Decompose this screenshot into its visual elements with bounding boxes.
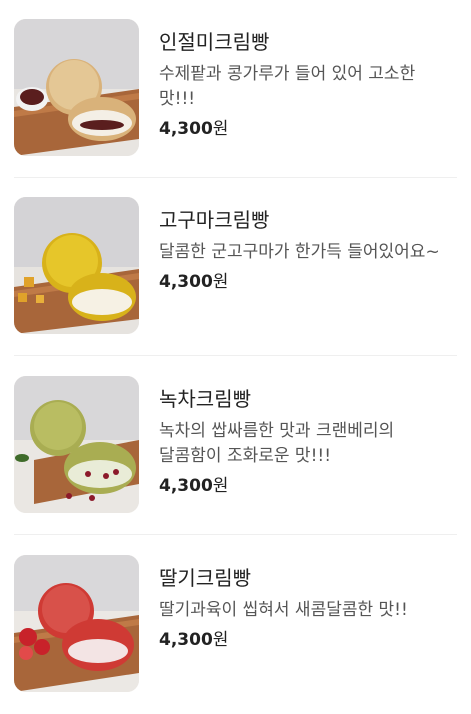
menu-item-info: 녹차크림빵 녹차의 쌉싸름한 맛과 크랜베리의 달콤함이 조화로운 맛!!! 4… — [159, 385, 459, 498]
menu-item-info: 고구마크림빵 달콤한 군고구마가 한가득 들어있어요~ 4,300원 — [159, 206, 459, 294]
green-tea-cream-bread-photo-icon — [14, 376, 139, 513]
menu-item-sweet-potato[interactable]: 고구마크림빵 달콤한 군고구마가 한가득 들어있어요~ 4,300원 — [0, 178, 471, 356]
price-value: 4,300 — [159, 119, 213, 139]
divider — [14, 355, 457, 356]
menu-item-name: 고구마크림빵 — [159, 208, 270, 232]
menu-item-info: 인절미크림빵 수제팥과 콩가루가 들어 있어 고소한 맛!!! 4,300원 — [159, 28, 459, 141]
price-unit: 원 — [212, 630, 229, 650]
menu-item-price: 4,300원 — [159, 270, 459, 294]
menu-item-image[interactable] — [14, 555, 139, 692]
price-value: 4,300 — [159, 476, 213, 496]
menu-item-description: 수제팥과 콩가루가 들어 있어 고소한 맛!!! — [159, 64, 416, 109]
menu-item-name: 인절미크림빵 — [159, 30, 270, 54]
price-unit: 원 — [212, 476, 229, 496]
price-value: 4,300 — [159, 272, 213, 292]
divider — [14, 534, 457, 535]
menu-item-image[interactable] — [14, 376, 139, 513]
menu-item-name: 딸기크림빵 — [159, 566, 251, 590]
price-unit: 원 — [212, 119, 229, 139]
menu-item-price: 4,300원 — [159, 474, 459, 498]
injeolmi-cream-bread-photo-icon — [14, 19, 139, 156]
menu-item-description: 달콤한 군고구마가 한가득 들어있어요~ — [159, 242, 440, 262]
menu-item-price: 4,300원 — [159, 628, 459, 652]
menu-item-strawberry[interactable]: 딸기크림빵 딸기과육이 씹혀서 새콤달콤한 맛!! 4,300원 — [0, 536, 471, 714]
menu-item-description: 녹차의 쌉싸름한 맛과 크랜베리의 달콤함이 조화로운 맛!!! — [159, 421, 395, 466]
menu-item-green-tea[interactable]: 녹차크림빵 녹차의 쌉싸름한 맛과 크랜베리의 달콤함이 조화로운 맛!!! 4… — [0, 357, 471, 535]
price-unit: 원 — [212, 272, 229, 292]
sweet-potato-cream-bread-photo-icon — [14, 197, 139, 334]
menu-item-description: 딸기과육이 씹혀서 새콤달콤한 맛!! — [159, 600, 408, 620]
price-value: 4,300 — [159, 630, 213, 650]
menu-item-image[interactable] — [14, 19, 139, 156]
menu-item-name: 녹차크림빵 — [159, 387, 251, 411]
menu-item-injeolmi[interactable]: 인절미크림빵 수제팥과 콩가루가 들어 있어 고소한 맛!!! 4,300원 — [0, 0, 471, 178]
menu-item-info: 딸기크림빵 딸기과육이 씹혀서 새콤달콤한 맛!! 4,300원 — [159, 564, 459, 652]
menu-item-price: 4,300원 — [159, 117, 459, 141]
menu-item-image[interactable] — [14, 197, 139, 334]
strawberry-cream-bread-photo-icon — [14, 555, 139, 692]
